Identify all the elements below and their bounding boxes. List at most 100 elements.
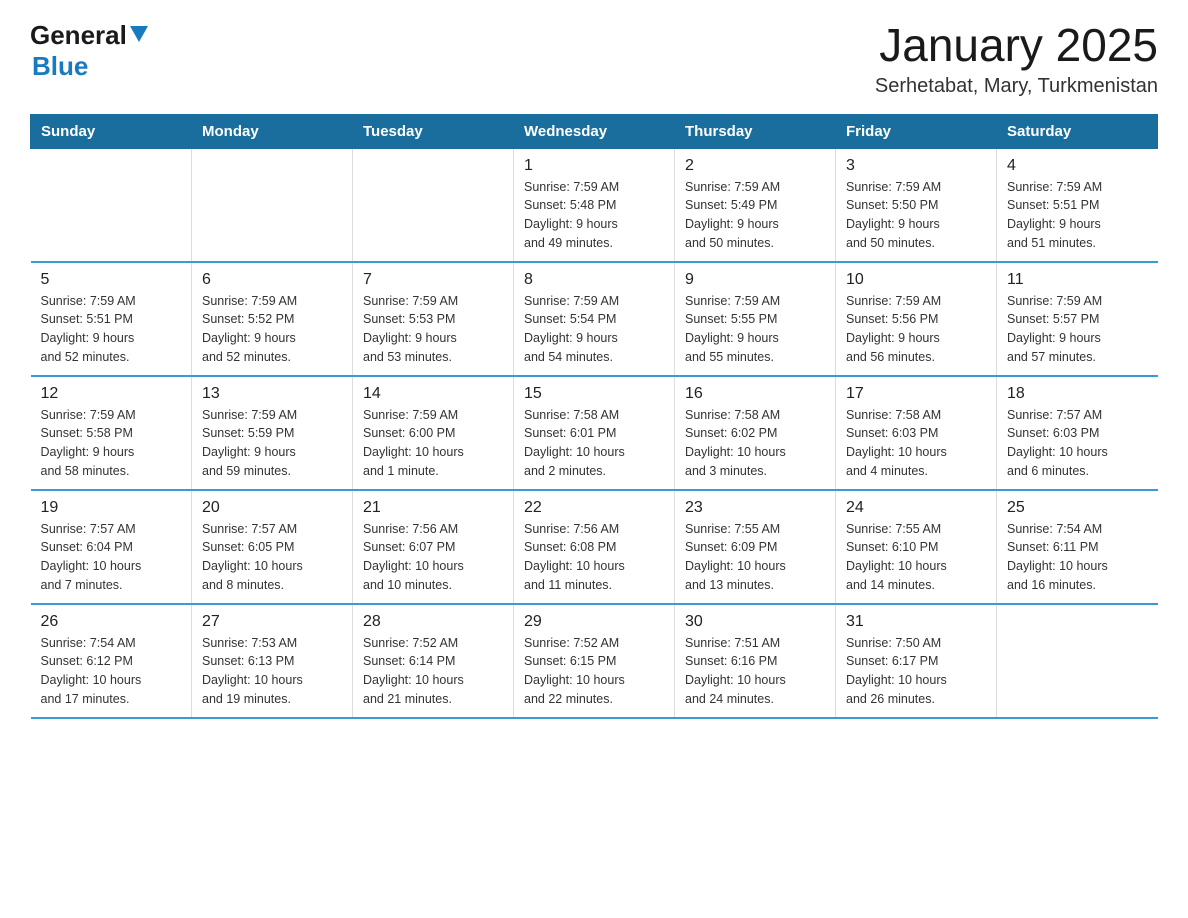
logo: General Blue	[30, 20, 148, 82]
calendar-table: Sunday Monday Tuesday Wednesday Thursday…	[30, 114, 1158, 719]
day-number: 18	[1007, 385, 1148, 403]
day-info: Sunrise: 7:53 AM Sunset: 6:13 PM Dayligh…	[202, 634, 342, 709]
day-info: Sunrise: 7:58 AM Sunset: 6:01 PM Dayligh…	[524, 406, 664, 481]
day-info: Sunrise: 7:59 AM Sunset: 5:52 PM Dayligh…	[202, 292, 342, 367]
calendar-cell: 24 Sunrise: 7:55 AM Sunset: 6:10 PM Dayli…	[836, 490, 997, 604]
day-info: Sunrise: 7:55 AM Sunset: 6:09 PM Dayligh…	[685, 520, 825, 595]
calendar-cell: 18 Sunrise: 7:57 AM Sunset: 6:03 PM Dayli…	[997, 376, 1158, 490]
day-info: Sunrise: 7:51 AM Sunset: 6:16 PM Dayligh…	[685, 634, 825, 709]
day-info: Sunrise: 7:59 AM Sunset: 6:00 PM Dayligh…	[363, 406, 503, 481]
day-info: Sunrise: 7:55 AM Sunset: 6:10 PM Dayligh…	[846, 520, 986, 595]
calendar-week-row: 26 Sunrise: 7:54 AM Sunset: 6:12 PM Dayli…	[31, 604, 1158, 718]
day-number: 22	[524, 499, 664, 517]
calendar-cell	[31, 148, 192, 262]
calendar-cell: 20 Sunrise: 7:57 AM Sunset: 6:05 PM Dayli…	[192, 490, 353, 604]
day-number: 23	[685, 499, 825, 517]
day-number: 14	[363, 385, 503, 403]
calendar-cell: 27 Sunrise: 7:53 AM Sunset: 6:13 PM Dayli…	[192, 604, 353, 718]
day-info: Sunrise: 7:50 AM Sunset: 6:17 PM Dayligh…	[846, 634, 986, 709]
day-number: 31	[846, 613, 986, 631]
day-number: 7	[363, 271, 503, 289]
day-number: 5	[41, 271, 182, 289]
day-info: Sunrise: 7:52 AM Sunset: 6:15 PM Dayligh…	[524, 634, 664, 709]
day-number: 4	[1007, 157, 1148, 175]
day-number: 25	[1007, 499, 1148, 517]
calendar-cell: 15 Sunrise: 7:58 AM Sunset: 6:01 PM Dayli…	[514, 376, 675, 490]
calendar-cell: 14 Sunrise: 7:59 AM Sunset: 6:00 PM Dayli…	[353, 376, 514, 490]
day-number: 6	[202, 271, 342, 289]
day-info: Sunrise: 7:59 AM Sunset: 5:49 PM Dayligh…	[685, 178, 825, 253]
day-number: 27	[202, 613, 342, 631]
day-number: 15	[524, 385, 664, 403]
day-info: Sunrise: 7:59 AM Sunset: 5:56 PM Dayligh…	[846, 292, 986, 367]
calendar-cell: 16 Sunrise: 7:58 AM Sunset: 6:02 PM Dayli…	[675, 376, 836, 490]
day-info: Sunrise: 7:52 AM Sunset: 6:14 PM Dayligh…	[363, 634, 503, 709]
day-info: Sunrise: 7:59 AM Sunset: 5:54 PM Dayligh…	[524, 292, 664, 367]
logo-general-text: General	[30, 20, 127, 51]
calendar-cell: 31 Sunrise: 7:50 AM Sunset: 6:17 PM Dayli…	[836, 604, 997, 718]
day-info: Sunrise: 7:59 AM Sunset: 5:58 PM Dayligh…	[41, 406, 182, 481]
day-number: 26	[41, 613, 182, 631]
calendar-cell: 8 Sunrise: 7:59 AM Sunset: 5:54 PM Daylig…	[514, 262, 675, 376]
day-info: Sunrise: 7:59 AM Sunset: 5:51 PM Dayligh…	[1007, 178, 1148, 253]
day-info: Sunrise: 7:59 AM Sunset: 5:55 PM Dayligh…	[685, 292, 825, 367]
calendar-cell	[353, 148, 514, 262]
calendar-title: January 2025	[875, 20, 1158, 71]
calendar-cell: 26 Sunrise: 7:54 AM Sunset: 6:12 PM Dayli…	[31, 604, 192, 718]
calendar-cell: 10 Sunrise: 7:59 AM Sunset: 5:56 PM Dayli…	[836, 262, 997, 376]
day-number: 3	[846, 157, 986, 175]
day-number: 16	[685, 385, 825, 403]
day-number: 21	[363, 499, 503, 517]
day-number: 12	[41, 385, 182, 403]
day-info: Sunrise: 7:59 AM Sunset: 5:57 PM Dayligh…	[1007, 292, 1148, 367]
day-number: 13	[202, 385, 342, 403]
day-info: Sunrise: 7:56 AM Sunset: 6:07 PM Dayligh…	[363, 520, 503, 595]
day-number: 24	[846, 499, 986, 517]
day-number: 1	[524, 157, 664, 175]
calendar-cell	[192, 148, 353, 262]
day-number: 9	[685, 271, 825, 289]
calendar-cell: 3 Sunrise: 7:59 AM Sunset: 5:50 PM Daylig…	[836, 148, 997, 262]
logo-blue-text: Blue	[32, 51, 88, 81]
day-info: Sunrise: 7:59 AM Sunset: 5:48 PM Dayligh…	[524, 178, 664, 253]
day-info: Sunrise: 7:58 AM Sunset: 6:02 PM Dayligh…	[685, 406, 825, 481]
col-sunday: Sunday	[31, 114, 192, 148]
day-number: 11	[1007, 271, 1148, 289]
calendar-cell: 6 Sunrise: 7:59 AM Sunset: 5:52 PM Daylig…	[192, 262, 353, 376]
col-wednesday: Wednesday	[514, 114, 675, 148]
logo-line1: General	[30, 20, 148, 51]
day-info: Sunrise: 7:57 AM Sunset: 6:05 PM Dayligh…	[202, 520, 342, 595]
col-saturday: Saturday	[997, 114, 1158, 148]
day-number: 20	[202, 499, 342, 517]
col-friday: Friday	[836, 114, 997, 148]
day-info: Sunrise: 7:59 AM Sunset: 5:50 PM Dayligh…	[846, 178, 986, 253]
day-info: Sunrise: 7:57 AM Sunset: 6:04 PM Dayligh…	[41, 520, 182, 595]
calendar-cell: 19 Sunrise: 7:57 AM Sunset: 6:04 PM Dayli…	[31, 490, 192, 604]
calendar-cell: 25Sunrise: 7:54 AM Sunset: 6:11 PM Dayli…	[997, 490, 1158, 604]
calendar-week-row: 19 Sunrise: 7:57 AM Sunset: 6:04 PM Dayli…	[31, 490, 1158, 604]
calendar-cell: 21 Sunrise: 7:56 AM Sunset: 6:07 PM Dayli…	[353, 490, 514, 604]
day-number: 30	[685, 613, 825, 631]
day-info: Sunrise: 7:54 AM Sunset: 6:12 PM Dayligh…	[41, 634, 182, 709]
calendar-week-row: 12 Sunrise: 7:59 AM Sunset: 5:58 PM Dayli…	[31, 376, 1158, 490]
calendar-cell: 9 Sunrise: 7:59 AM Sunset: 5:55 PM Daylig…	[675, 262, 836, 376]
day-info: Sunrise: 7:57 AM Sunset: 6:03 PM Dayligh…	[1007, 406, 1148, 481]
day-number: 28	[363, 613, 503, 631]
calendar-week-row: 5Sunrise: 7:59 AM Sunset: 5:51 PM Daylig…	[31, 262, 1158, 376]
calendar-header-row: Sunday Monday Tuesday Wednesday Thursday…	[31, 114, 1158, 148]
calendar-cell	[997, 604, 1158, 718]
day-number: 8	[524, 271, 664, 289]
calendar-cell: 29Sunrise: 7:52 AM Sunset: 6:15 PM Dayli…	[514, 604, 675, 718]
day-number: 10	[846, 271, 986, 289]
day-info: Sunrise: 7:56 AM Sunset: 6:08 PM Dayligh…	[524, 520, 664, 595]
title-block: January 2025 Serhetabat, Mary, Turkmenis…	[875, 20, 1158, 98]
calendar-week-row: 1 Sunrise: 7:59 AM Sunset: 5:48 PM Daylig…	[31, 148, 1158, 262]
logo-line2: Blue	[32, 51, 88, 82]
calendar-cell: 28 Sunrise: 7:52 AM Sunset: 6:14 PM Dayli…	[353, 604, 514, 718]
calendar-cell: 2 Sunrise: 7:59 AM Sunset: 5:49 PM Daylig…	[675, 148, 836, 262]
day-number: 19	[41, 499, 182, 517]
day-number: 2	[685, 157, 825, 175]
day-number: 17	[846, 385, 986, 403]
calendar-cell: 7Sunrise: 7:59 AM Sunset: 5:53 PM Daylig…	[353, 262, 514, 376]
calendar-cell: 12 Sunrise: 7:59 AM Sunset: 5:58 PM Dayli…	[31, 376, 192, 490]
